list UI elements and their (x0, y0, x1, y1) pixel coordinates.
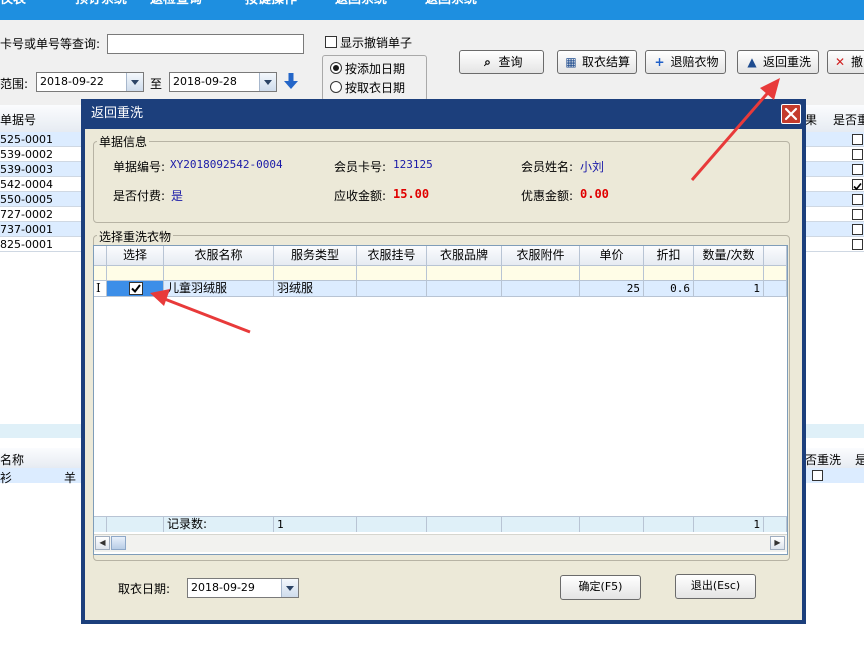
annotation-arrows (150, 78, 780, 334)
arrow-to-rewash-button (690, 78, 780, 181)
arrow-to-select-checkbox (150, 289, 251, 334)
